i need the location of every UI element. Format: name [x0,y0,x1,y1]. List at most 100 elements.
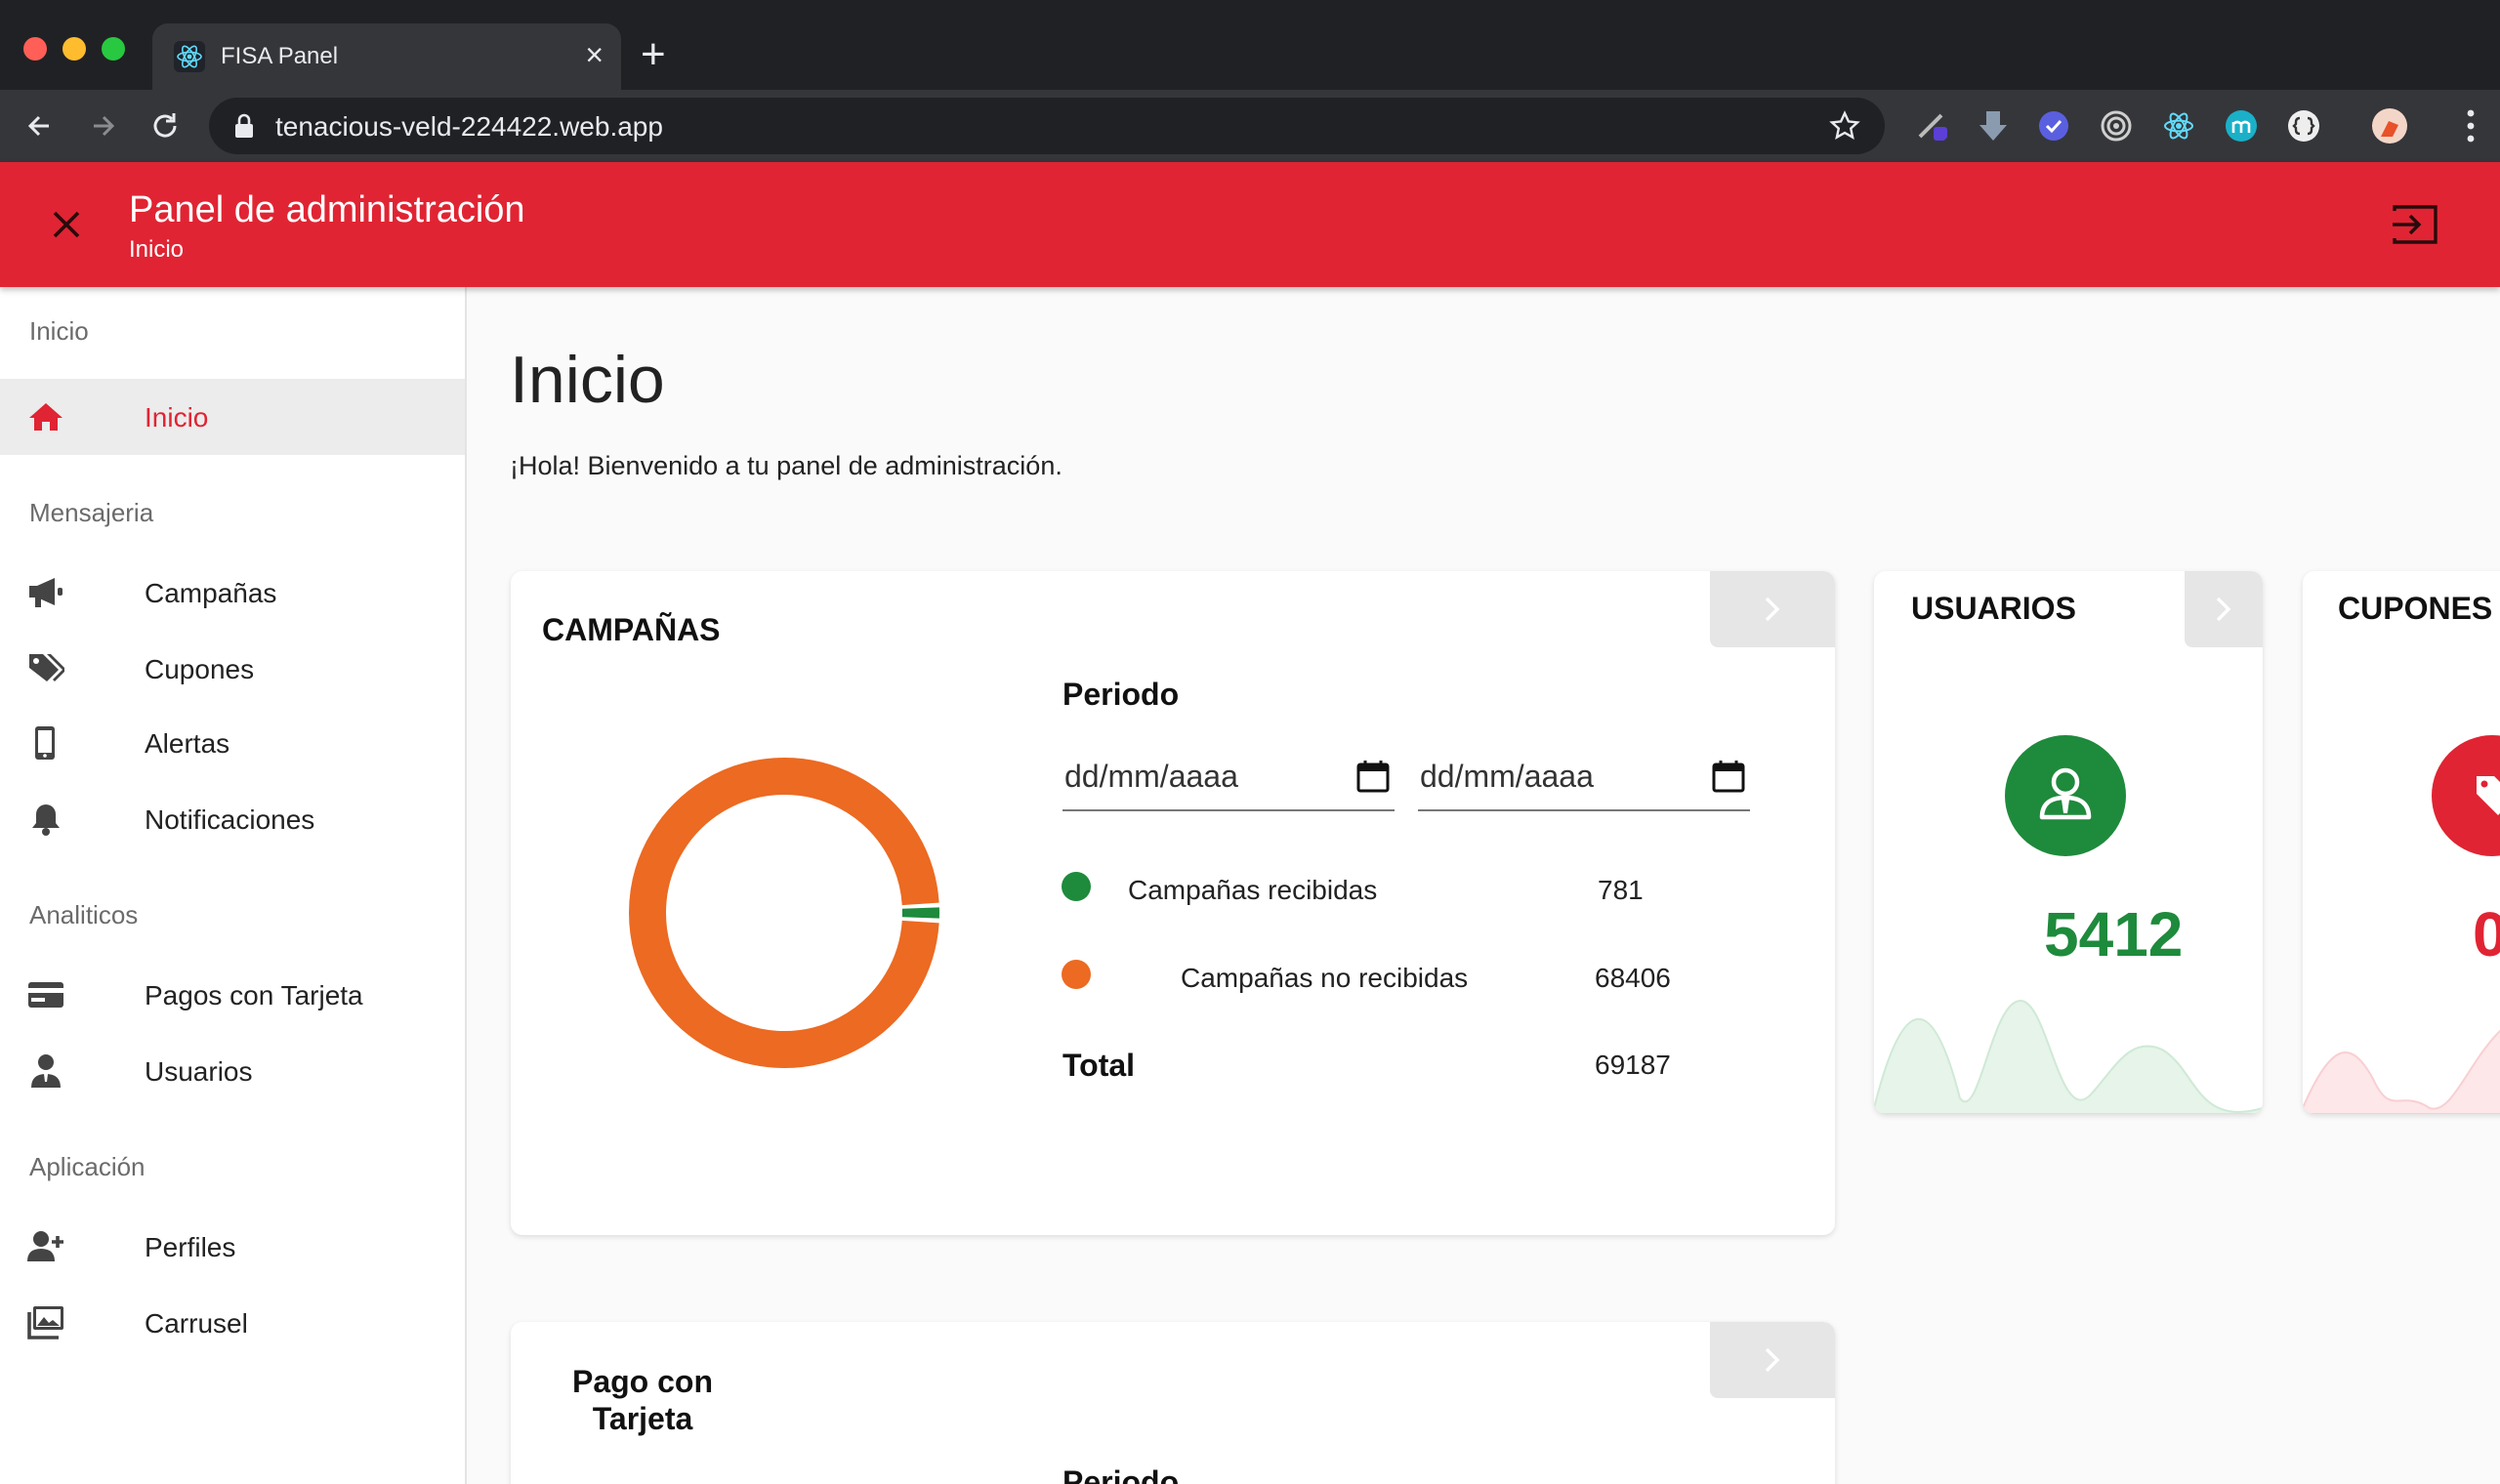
user-plus-icon [27,1231,63,1261]
sidebar-item-pagos[interactable]: Pagos con Tarjeta [0,957,465,1033]
megaphone-icon [29,578,62,607]
donut-slice-not-received [629,758,939,1068]
bell-icon [32,804,60,836]
url-text: tenacious-veld-224422.web.app [275,111,663,142]
page-title: Inicio [510,343,665,417]
payments-period-label: Periodo [1062,1464,1180,1484]
react-icon [174,41,205,72]
sidebar-item-label: Carrusel [145,1308,248,1339]
welcome-text: ¡Hola! Bienvenido a tu panel de administ… [510,451,1062,480]
close-drawer-icon[interactable] [47,205,86,244]
date-to-placeholder: dd/mm/aaaa [1420,759,1594,794]
sidebar-item-label: Inicio [145,402,209,433]
users-stat-circle [2005,735,2126,856]
campaigns-date-to-input[interactable]: dd/mm/aaaa [1418,745,1750,811]
sidebar-item-label: Pagos con Tarjeta [145,980,363,1010]
browser-tab[interactable]: FISA Panel × [152,23,621,90]
payments-title-line2: Tarjeta [592,1401,693,1436]
sidebar-item-label: Notificaciones [145,804,315,835]
sidebar: Inicio Inicio Mensajeria Campañas Cupone… [0,287,467,1484]
tab-title: FISA Panel [221,43,339,69]
date-from-placeholder: dd/mm/aaaa [1064,759,1238,794]
bookmark-star-icon[interactable] [1828,109,1861,143]
sidebar-item-label: Alertas [145,728,230,759]
profile-avatar-icon[interactable] [2371,107,2408,144]
window-minimize-button[interactable] [62,37,86,61]
sidebar-section-aplicacion: Aplicación [29,1152,146,1181]
sidebar-item-carrusel[interactable]: Carrusel [0,1285,465,1361]
back-arrow-icon[interactable] [20,105,61,146]
address-bar[interactable]: tenacious-veld-224422.web.app [209,98,1885,154]
home-icon [29,403,62,431]
close-tab-icon[interactable]: × [585,37,604,72]
sidebar-item-cupones[interactable]: Cupones [0,631,465,707]
campaigns-card-title: CAMPAÑAS [542,612,721,647]
legend-value-received: 781 [1598,875,1644,905]
sidebar-section-inicio: Inicio [29,316,89,346]
check-extension-icon[interactable] [2035,107,2072,144]
campaigns-date-from-input[interactable]: dd/mm/aaaa [1062,745,1395,811]
sidebar-item-label: Usuarios [145,1056,253,1087]
app-header: Panel de administración Inicio [0,162,2500,287]
coupons-stat-circle [2432,735,2500,856]
coupons-card: CUPONES 0 [2303,571,2500,1114]
users-card-title: USUARIOS [1911,591,2076,626]
calendar-icon[interactable] [1711,759,1746,794]
users-card: USUARIOS 5412 [1874,571,2263,1114]
payments-title-line1: Pago con [571,1364,713,1399]
coupons-sparkline [2303,1029,2500,1114]
sidebar-item-label: Cupones [145,654,255,684]
window-maximize-button[interactable] [102,37,125,61]
users-sparkline [1874,999,2263,1114]
download-extension-icon[interactable] [1975,107,2012,144]
mobile-icon [35,726,55,760]
tags-icon [29,654,64,681]
calendar-icon[interactable] [1355,759,1391,794]
json-extension-icon[interactable] [2285,107,2322,144]
users-open-button[interactable] [2185,571,2263,647]
forward-arrow-icon[interactable] [82,105,123,146]
legend-label-received: Campañas recibidas [1128,875,1378,905]
new-tab-icon[interactable]: + [641,33,666,76]
chevron-right-icon [1765,597,1780,622]
sidebar-item-perfiles[interactable]: Perfiles [0,1209,465,1285]
reload-icon[interactable] [145,105,186,146]
pen-extension-icon[interactable] [1914,107,1951,144]
browser-toolbar: tenacious-veld-224422.web.app [0,90,2500,162]
payments-open-button[interactable] [1710,1322,1835,1398]
target-extension-icon[interactable] [2098,107,2135,144]
browser-tab-bar: FISA Panel × + [0,0,2500,90]
sidebar-item-label: Perfiles [145,1232,236,1262]
images-icon [27,1306,63,1340]
users-count: 5412 [2044,899,2184,969]
user-tie-icon [2039,767,2092,820]
campaigns-open-button[interactable] [1710,571,1835,647]
legend-dot-received [1062,872,1091,901]
sidebar-item-inicio[interactable]: Inicio [0,379,465,455]
coupons-count: 0 [2473,899,2500,969]
app-subtitle: Inicio [129,236,185,263]
sidebar-item-campanas[interactable]: Campañas [0,555,465,631]
sidebar-section-analiticos: Analiticos [29,900,139,929]
app-title: Panel de administración [129,189,525,230]
tag-icon [2477,776,2500,815]
total-label: Total [1062,1048,1136,1083]
browser-menu-icon[interactable] [2465,105,2477,146]
sidebar-section-mensajeria: Mensajeria [29,498,154,527]
legend-label-not-received: Campañas no recibidas [1181,963,1469,993]
campaigns-period-label: Periodo [1062,677,1180,712]
payments-card: Pago con Tarjeta Periodo [511,1322,1835,1484]
campaigns-card: CAMPAÑAS Periodo dd/mm/aaaa dd/mm/aaaa C… [511,571,1835,1235]
legend-value-not-received: 68406 [1595,963,1671,993]
payments-card-title: Pago con Tarjeta [552,1363,733,1437]
logout-icon[interactable] [2391,201,2439,248]
m-extension-icon[interactable] [2223,107,2260,144]
sidebar-item-alertas[interactable]: Alertas [0,705,465,781]
sidebar-item-usuarios[interactable]: Usuarios [0,1033,465,1109]
total-value: 69187 [1595,1050,1671,1080]
chevron-right-icon [2216,597,2231,622]
sidebar-item-notificaciones[interactable]: Notificaciones [0,781,465,857]
react-devtools-icon[interactable] [2160,107,2197,144]
legend-dot-not-received [1062,960,1091,989]
window-close-button[interactable] [23,37,47,61]
